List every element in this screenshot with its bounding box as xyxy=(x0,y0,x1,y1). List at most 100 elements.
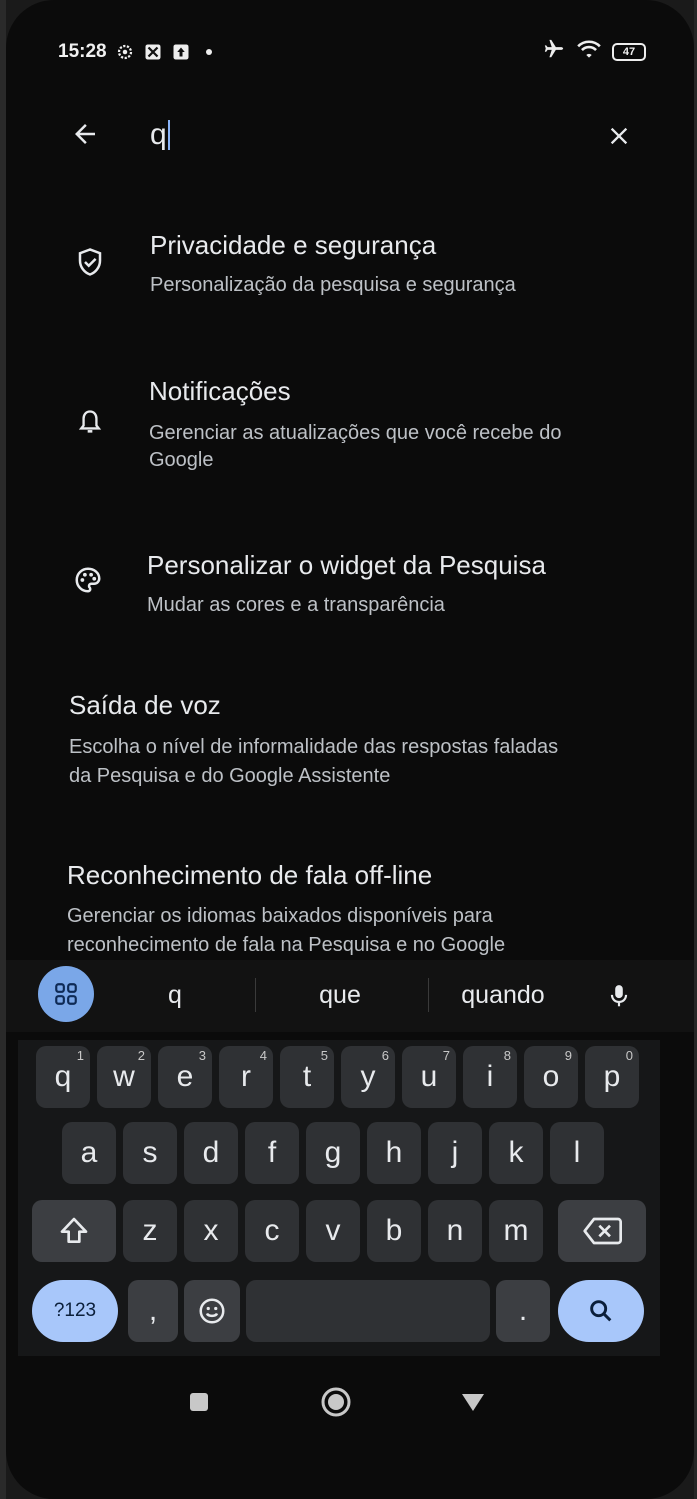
key-label: g xyxy=(324,1136,342,1169)
key-label: . xyxy=(518,1294,528,1327)
key-t[interactable]: t5 xyxy=(280,1046,334,1108)
key-f[interactable]: f xyxy=(245,1122,299,1184)
backspace-key[interactable] xyxy=(558,1200,646,1262)
shift-key[interactable] xyxy=(32,1200,116,1262)
suggestion-divider xyxy=(255,978,256,1012)
airplane-mode-icon xyxy=(542,38,566,66)
result-item-widget[interactable]: Personalizar o widget da Pesquisa Mudar … xyxy=(62,534,610,634)
search-enter-key[interactable] xyxy=(558,1280,644,1342)
result-item-voice-output[interactable]: Saída de voz Escolha o nível de informal… xyxy=(56,680,572,806)
status-time: 15:28 xyxy=(58,41,107,62)
search-icon xyxy=(590,1300,612,1322)
key-g[interactable]: g xyxy=(306,1122,360,1184)
key-label: , xyxy=(148,1294,158,1327)
keyboard-apps-button[interactable] xyxy=(38,966,94,1022)
home-button[interactable] xyxy=(312,1378,360,1426)
key-label: ?123 xyxy=(53,1300,97,1321)
suggestion-q[interactable]: q xyxy=(120,972,230,1018)
key-label: s xyxy=(142,1136,158,1169)
key-h[interactable]: h xyxy=(367,1122,421,1184)
status-right-group: 47 xyxy=(542,38,646,66)
key-label: a xyxy=(80,1136,98,1169)
suggestion-quando[interactable]: quando xyxy=(446,972,560,1018)
key-l[interactable]: l xyxy=(550,1122,604,1184)
result-title: Reconhecimento de fala off-line xyxy=(67,860,433,890)
key-label: z xyxy=(142,1214,158,1247)
key-label: b xyxy=(385,1214,403,1247)
key-w[interactable]: w2 xyxy=(97,1046,151,1108)
key-label: i xyxy=(486,1060,494,1093)
key-m[interactable]: m xyxy=(489,1200,543,1262)
shield-check-icon xyxy=(72,244,108,280)
square-recents-icon xyxy=(190,1393,208,1411)
key-c[interactable]: c xyxy=(245,1200,299,1262)
key-k[interactable]: k xyxy=(489,1122,543,1184)
bell-icon xyxy=(72,404,108,440)
key-j[interactable]: j xyxy=(428,1122,482,1184)
key-label: w xyxy=(113,1060,135,1093)
key-q[interactable]: q1 xyxy=(36,1046,90,1108)
result-title: Saída de voz xyxy=(69,690,221,720)
key-hint: 1 xyxy=(76,1048,84,1063)
key-label: m xyxy=(503,1214,529,1247)
key-label: j xyxy=(451,1136,459,1169)
key-u[interactable]: u7 xyxy=(402,1046,456,1108)
suggestion-que[interactable]: que xyxy=(275,972,405,1018)
key-hint: 2 xyxy=(137,1048,145,1063)
arrow-back-icon xyxy=(75,124,95,144)
key-i[interactable]: i8 xyxy=(463,1046,517,1108)
status-bar: 15:28 47 xyxy=(58,38,658,66)
settings-gear-icon xyxy=(115,42,135,62)
key-x[interactable]: x xyxy=(184,1200,238,1262)
key-hint: 8 xyxy=(503,1048,511,1063)
result-subtitle: Gerenciar as atualizações que você receb… xyxy=(149,422,562,471)
key-hint: 9 xyxy=(564,1048,572,1063)
key-s[interactable]: s xyxy=(123,1122,177,1184)
back-button[interactable] xyxy=(62,110,108,158)
key-label: n xyxy=(446,1214,464,1247)
voice-input-button[interactable] xyxy=(588,966,650,1026)
key-z[interactable]: z xyxy=(123,1200,177,1262)
key-label: x xyxy=(203,1214,219,1247)
key-a[interactable]: a xyxy=(62,1122,116,1184)
key-b[interactable]: b xyxy=(367,1200,421,1262)
emoji-key[interactable] xyxy=(184,1280,240,1342)
result-item-privacy[interactable]: Privacidade e segurança Personalização d… xyxy=(56,210,596,320)
search-input[interactable]: q xyxy=(150,110,190,160)
key-o[interactable]: o9 xyxy=(524,1046,578,1108)
result-item-notifications[interactable]: Notificações Gerenciar as atualizações q… xyxy=(56,360,610,490)
grid-apps-icon xyxy=(55,983,77,1005)
key-hint: 4 xyxy=(259,1048,267,1063)
key-d[interactable]: d xyxy=(184,1122,238,1184)
result-subtitle: Escolha o nível de informalidade das res… xyxy=(69,736,559,787)
key-r[interactable]: r4 xyxy=(219,1046,273,1108)
key-label: d xyxy=(202,1136,220,1169)
result-subtitle: Gerenciar os idiomas baixados disponívei… xyxy=(67,905,506,956)
back-nav-button[interactable] xyxy=(450,1378,496,1426)
recents-button[interactable] xyxy=(176,1378,222,1426)
key-p[interactable]: p0 xyxy=(585,1046,639,1108)
emoji-icon xyxy=(199,1298,225,1324)
key-label: l xyxy=(573,1136,581,1169)
circle-home-icon xyxy=(321,1387,351,1417)
key-v[interactable]: v xyxy=(306,1200,360,1262)
key-hint: 0 xyxy=(625,1048,633,1063)
comma-key[interactable]: , xyxy=(128,1280,178,1342)
key-n[interactable]: n xyxy=(428,1200,482,1262)
backspace-icon xyxy=(583,1217,622,1245)
key-label: q xyxy=(54,1060,72,1093)
key-label: v xyxy=(325,1214,341,1247)
result-item-offline-speech[interactable]: Reconhecimento de fala off-line Gerencia… xyxy=(56,852,616,960)
space-key[interactable] xyxy=(246,1280,490,1342)
key-label: f xyxy=(267,1136,277,1169)
result-title: Notificações xyxy=(149,376,291,406)
upload-notification-icon xyxy=(171,42,191,62)
key-label: o xyxy=(542,1060,560,1093)
key-e[interactable]: e3 xyxy=(158,1046,212,1108)
period-key[interactable]: . xyxy=(496,1280,550,1342)
key-label: u xyxy=(420,1060,438,1093)
key-y[interactable]: y6 xyxy=(341,1046,395,1108)
symbols-key[interactable]: ?123 xyxy=(32,1280,118,1342)
clear-search-button[interactable] xyxy=(596,112,642,160)
wifi-icon xyxy=(576,38,602,66)
